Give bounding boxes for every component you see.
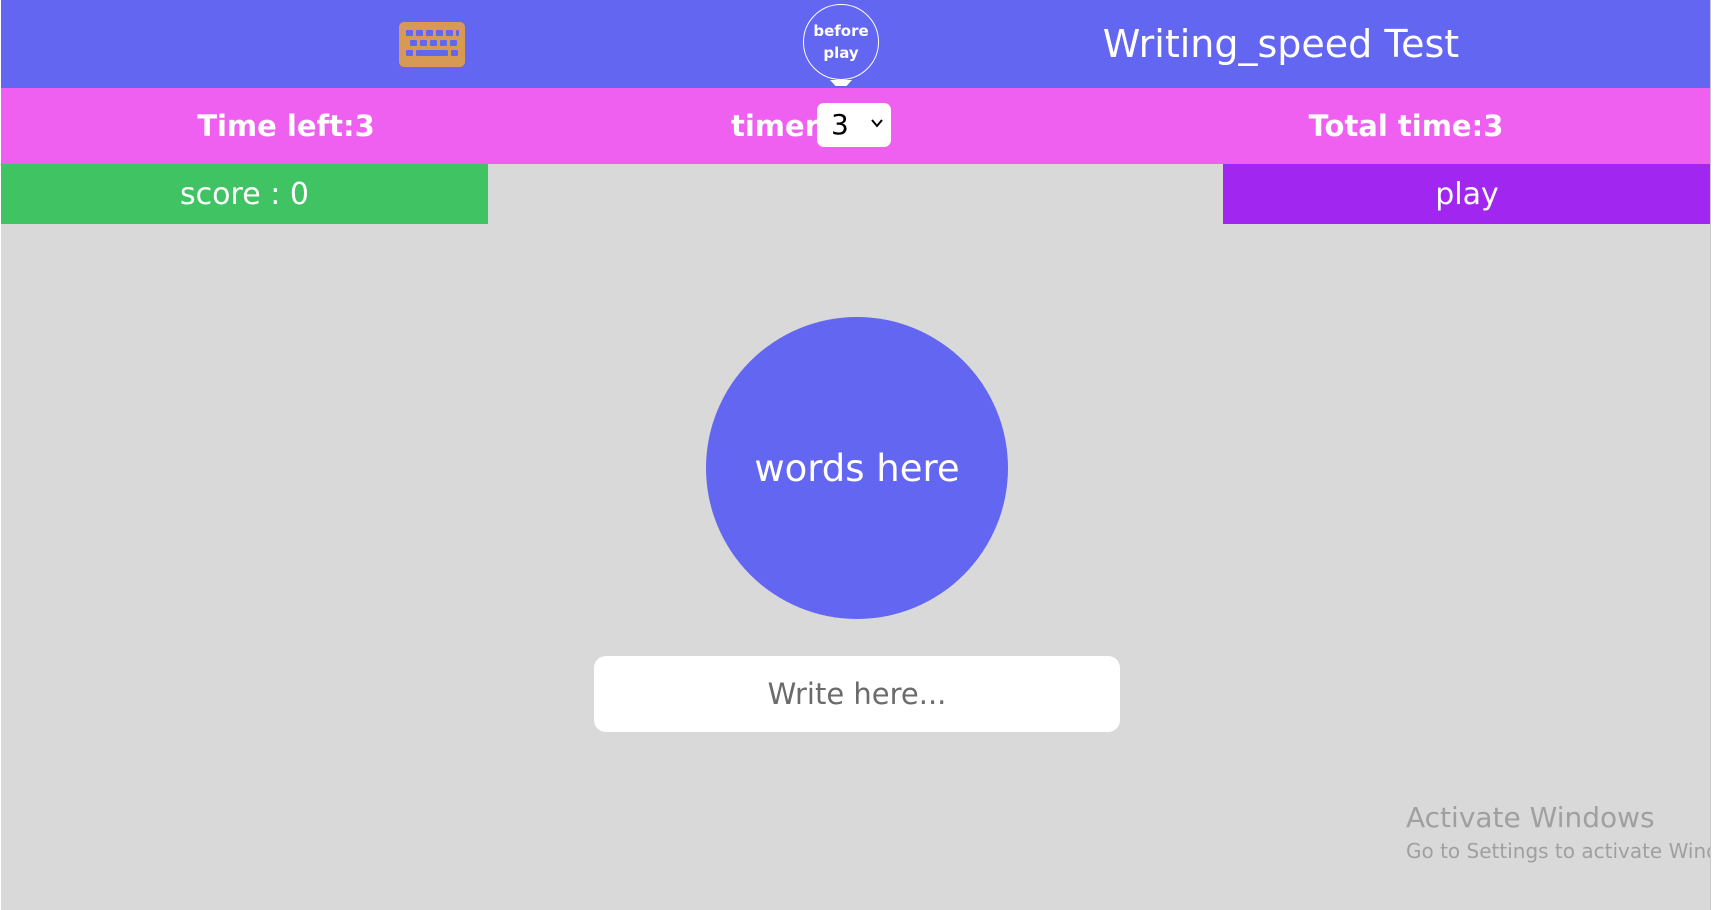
timer-bar: Time left:3 timer 3 Total time:3 <box>1 88 1710 164</box>
word-display-circle: words here <box>706 317 1008 619</box>
keyboard-icon <box>399 22 465 67</box>
header-bar: before play Writing_speed Test <box>1 0 1710 96</box>
app-window: before play Writing_speed Test Time left… <box>1 0 1711 910</box>
current-word: words here <box>754 446 960 490</box>
before-play-tooltip: before play <box>803 4 879 80</box>
timer-selected-value: 3 <box>831 108 849 141</box>
total-time-label: Total time:3 <box>1308 109 1504 143</box>
timer-label: timer <box>731 109 819 143</box>
time-left-label: Time left:3 <box>197 109 375 143</box>
score-display: score : 0 <box>1 164 488 224</box>
chevron-down-icon <box>871 119 883 128</box>
timer-select[interactable]: 3 <box>817 103 891 147</box>
app-title: Writing_speed Test <box>1102 22 1460 66</box>
activate-windows-subtitle: Go to Settings to activate Windo <box>1406 839 1711 863</box>
write-input[interactable] <box>594 656 1120 732</box>
activate-windows-title: Activate Windows <box>1406 801 1655 834</box>
play-button[interactable]: play <box>1223 164 1710 224</box>
